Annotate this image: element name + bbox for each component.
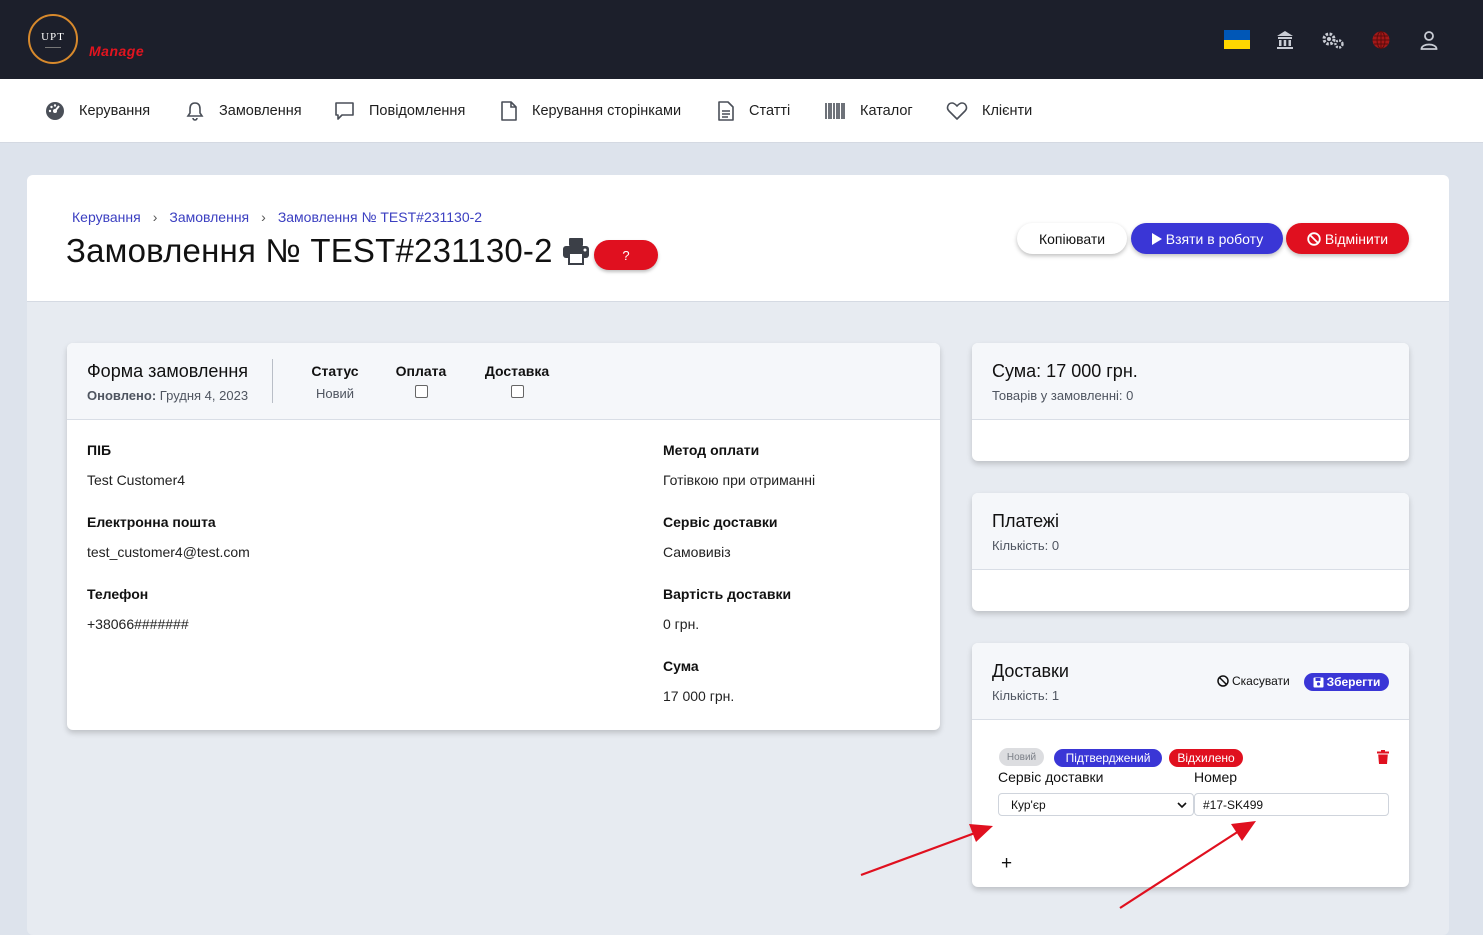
annotation-arrows <box>860 821 1256 909</box>
annotation-arrow <box>860 824 993 877</box>
annotation-arrow <box>1119 821 1256 909</box>
